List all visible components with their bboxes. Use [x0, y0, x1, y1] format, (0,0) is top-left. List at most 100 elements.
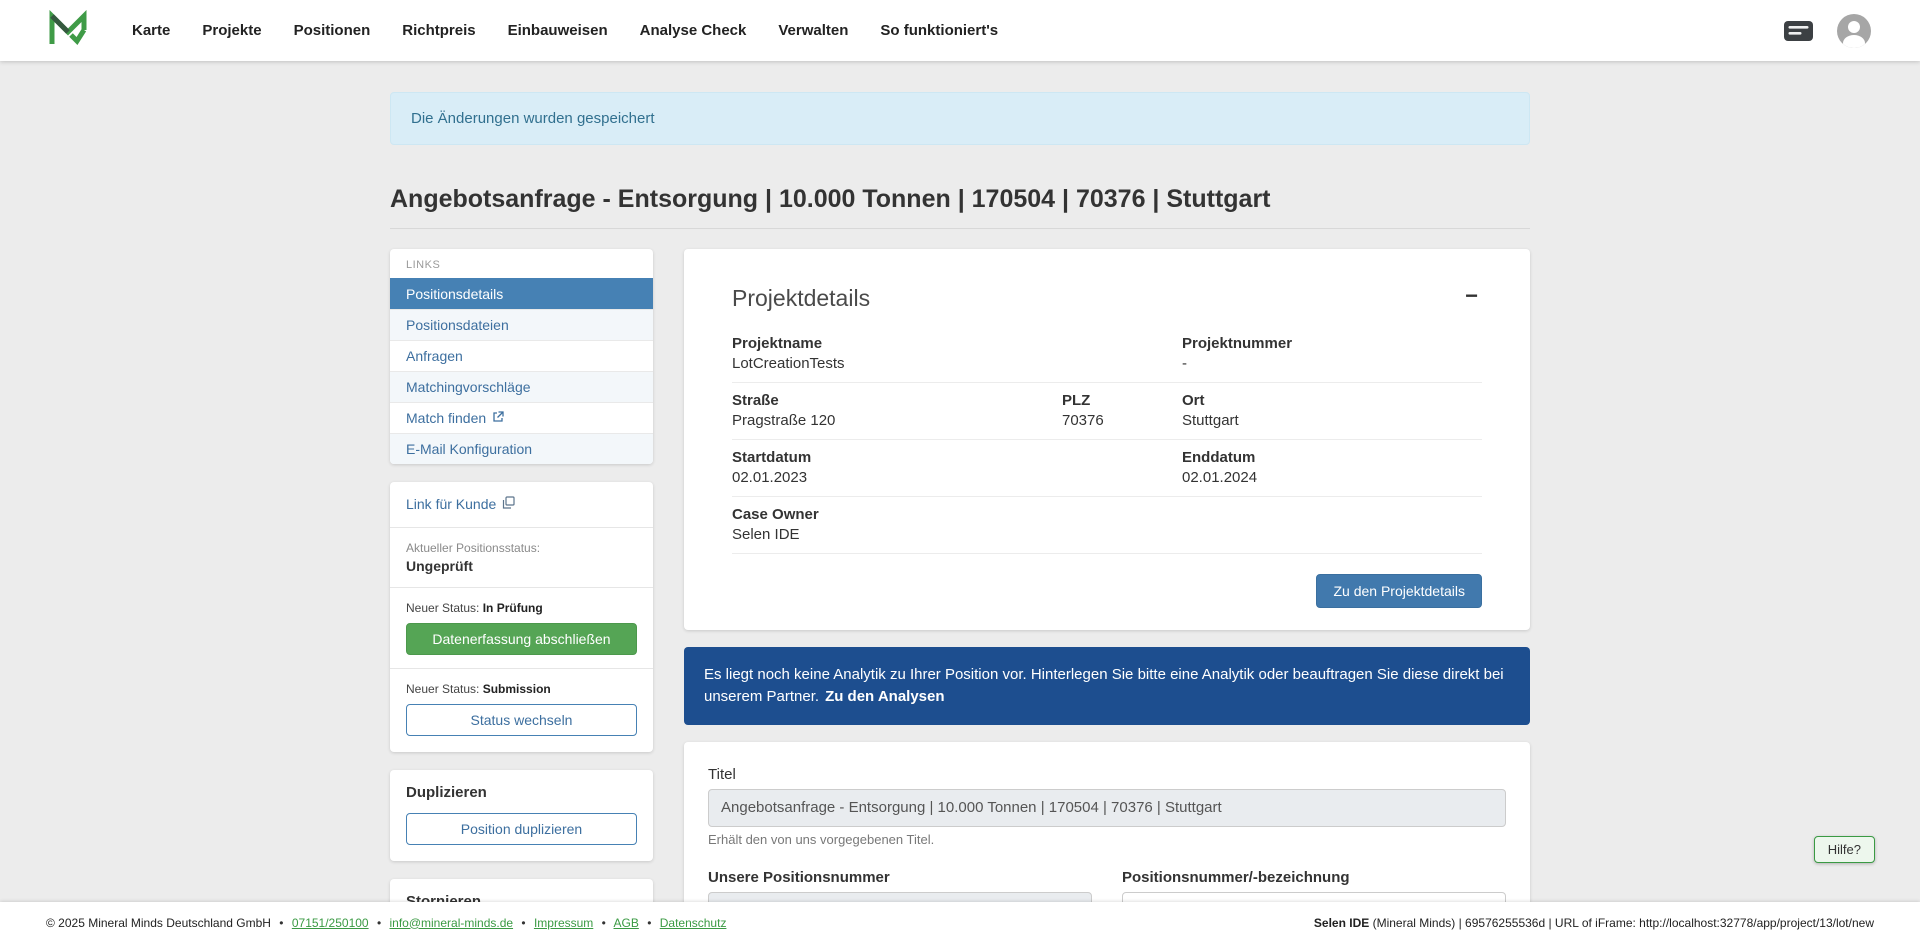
analytics-banner: Es liegt noch keine Analytik zu Ihrer Po…	[684, 647, 1530, 725]
sidebar-item-match-finden[interactable]: Match finden	[390, 402, 653, 433]
project-row-name-number: Projektname LotCreationTests Projektnumm…	[732, 326, 1482, 383]
saved-alert: Die Änderungen wurden gespeichert	[390, 92, 1530, 145]
divider	[390, 668, 653, 669]
links-card: LINKS Positionsdetails Positionsdateien …	[390, 249, 653, 464]
complete-data-entry-button[interactable]: Datenerfassung abschließen	[406, 623, 637, 655]
analytics-banner-link[interactable]: Zu den Analysen	[825, 688, 944, 705]
new-status-label: Neuer Status:	[406, 601, 479, 615]
position-designation-label: Positionsnummer/-bezeichnung	[1122, 869, 1506, 886]
field-enddatum: Enddatum 02.01.2024	[1182, 449, 1482, 486]
divider	[390, 527, 653, 528]
field-label: Ort	[1182, 392, 1482, 409]
external-link-icon	[492, 410, 504, 426]
field-label: PLZ	[1062, 392, 1182, 409]
project-details-title: Projektdetails	[732, 285, 870, 312]
status-card: Link für Kunde Aktueller Positionsstatus…	[390, 482, 653, 752]
copy-icon	[502, 496, 515, 512]
server-icon[interactable]	[1783, 20, 1814, 42]
duplicate-card-title: Duplizieren	[406, 784, 637, 801]
footer-session-info: Selen IDE (Mineral Minds) | 69576255536d…	[1314, 916, 1874, 930]
sidebar-item-email-konfiguration[interactable]: E-Mail Konfiguration	[390, 433, 653, 464]
nav-item-verwalten[interactable]: Verwalten	[762, 2, 864, 59]
sidebar-item-label: Matchingvorschläge	[406, 379, 531, 395]
field-ort: Ort Stuttgart	[1182, 392, 1482, 429]
sidebar: LINKS Positionsdetails Positionsdateien …	[390, 249, 653, 943]
duplicate-position-button[interactable]: Position duplizieren	[406, 813, 637, 845]
footer-session-user: Selen IDE	[1314, 916, 1369, 930]
project-row-address: Straße Pragstraße 120 PLZ 70376 Ort Stut…	[732, 383, 1482, 440]
separator-dot: •	[279, 916, 283, 930]
user-avatar-icon[interactable]	[1836, 13, 1872, 49]
footer-agb-link[interactable]: AGB	[614, 916, 639, 930]
sidebar-item-positionsdetails[interactable]: Positionsdetails	[390, 278, 653, 309]
field-label: Projektname	[732, 335, 1182, 352]
separator-dot: •	[647, 916, 651, 930]
field-plz: PLZ 70376	[1062, 392, 1182, 429]
field-startdatum: Startdatum 02.01.2023	[732, 449, 1182, 486]
footer-datenschutz-link[interactable]: Datenschutz	[660, 916, 727, 930]
field-value: Selen IDE	[732, 526, 1482, 543]
field-label: Straße	[732, 392, 1062, 409]
current-status-value: Ungeprüft	[406, 558, 637, 574]
separator-dot: •	[521, 916, 525, 930]
footer-email-link[interactable]: info@mineral-minds.de	[389, 916, 513, 930]
sidebar-item-positionsdateien[interactable]: Positionsdateien	[390, 309, 653, 340]
collapse-icon[interactable]: −	[1461, 285, 1482, 307]
customer-link-label: Link für Kunde	[406, 496, 496, 512]
top-navbar: Karte Projekte Positionen Richtpreis Ein…	[0, 0, 1920, 61]
footer-phone-link[interactable]: 07151/250100	[292, 916, 369, 930]
page-container: Die Änderungen wurden gespeichert Angebo…	[390, 92, 1530, 943]
sidebar-item-label: Positionsdetails	[406, 286, 503, 302]
field-value: 02.01.2023	[732, 469, 1182, 486]
analytics-banner-text: Es liegt noch keine Analytik zu Ihrer Po…	[704, 666, 1504, 705]
switch-status-button[interactable]: Status wechseln	[406, 704, 637, 736]
separator-dot: •	[377, 916, 381, 930]
field-strasse: Straße Pragstraße 120	[732, 392, 1062, 429]
footer-session-meta: (Mineral Minds) | 69576255536d | URL of …	[1369, 916, 1874, 930]
footer-impressum-link[interactable]: Impressum	[534, 916, 593, 930]
new-status-1: Neuer Status: In Prüfung	[406, 601, 637, 615]
divider	[390, 587, 653, 588]
nav-item-positionen[interactable]: Positionen	[278, 2, 387, 59]
field-value: LotCreationTests	[732, 355, 1182, 372]
sidebar-item-label: Positionsdateien	[406, 317, 509, 333]
main-content: Projektdetails − Projektname LotCreation…	[684, 249, 1530, 943]
field-label: Startdatum	[732, 449, 1182, 466]
duplicate-card: Duplizieren Position duplizieren	[390, 770, 653, 861]
new-status-value: Submission	[483, 682, 551, 696]
new-status-2: Neuer Status: Submission	[406, 682, 637, 696]
project-details-button[interactable]: Zu den Projektdetails	[1316, 574, 1482, 608]
titel-label: Titel	[708, 766, 1506, 783]
nav-item-projekte[interactable]: Projekte	[186, 2, 277, 59]
separator-dot: •	[602, 916, 606, 930]
help-button[interactable]: Hilfe?	[1814, 836, 1875, 863]
new-status-label: Neuer Status:	[406, 682, 479, 696]
copyright-text: © 2025 Mineral Minds Deutschland GmbH	[46, 916, 271, 930]
field-value: -	[1182, 355, 1482, 372]
field-label: Projektnummer	[1182, 335, 1482, 352]
brand-logo[interactable]	[48, 10, 88, 51]
project-details-card: Projektdetails − Projektname LotCreation…	[684, 249, 1530, 630]
field-projektname: Projektname LotCreationTests	[732, 335, 1182, 372]
nav-item-richtpreis[interactable]: Richtpreis	[386, 2, 491, 59]
nav-item-einbauweisen[interactable]: Einbauweisen	[492, 2, 624, 59]
titel-help: Erhält den von uns vorgegebenen Titel.	[708, 832, 1506, 847]
current-status-label: Aktueller Positionsstatus:	[406, 541, 637, 555]
nav-item-so-funktionierts[interactable]: So funktioniert's	[864, 2, 1014, 59]
field-value: Stuttgart	[1182, 412, 1482, 429]
links-card-header: LINKS	[390, 249, 653, 278]
title-divider	[390, 228, 1530, 229]
main-navigation: Karte Projekte Positionen Richtpreis Ein…	[116, 2, 1014, 59]
sidebar-item-matchingvorschlaege[interactable]: Matchingvorschläge	[390, 371, 653, 402]
customer-link[interactable]: Link für Kunde	[406, 496, 515, 512]
page-title: Angebotsanfrage - Entsorgung | 10.000 To…	[390, 185, 1530, 214]
nav-item-analyse-check[interactable]: Analyse Check	[624, 2, 763, 59]
nav-item-karte[interactable]: Karte	[116, 2, 186, 59]
sidebar-item-anfragen[interactable]: Anfragen	[390, 340, 653, 371]
field-value: 70376	[1062, 412, 1182, 429]
field-projektnummer: Projektnummer -	[1182, 335, 1482, 372]
sidebar-item-label: Anfragen	[406, 348, 463, 364]
field-case-owner: Case Owner Selen IDE	[732, 506, 1482, 543]
sidebar-item-label: E-Mail Konfiguration	[406, 441, 532, 457]
field-value: 02.01.2024	[1182, 469, 1482, 486]
